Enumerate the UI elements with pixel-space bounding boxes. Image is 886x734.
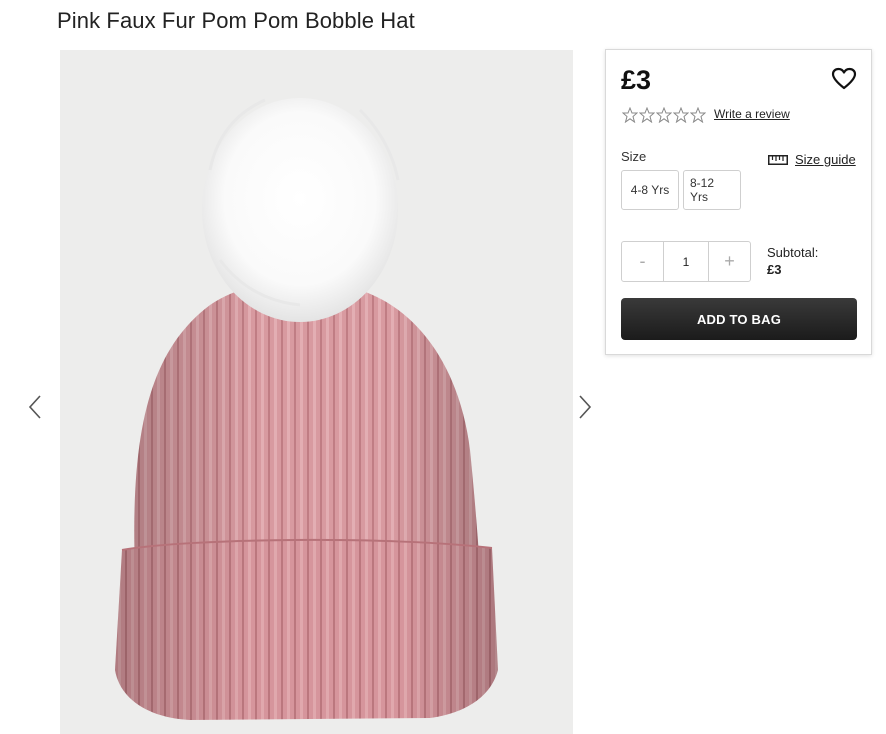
star-empty-icon	[673, 107, 689, 123]
heart-icon	[831, 67, 857, 90]
size-guide-link[interactable]: Size guide	[768, 152, 856, 167]
next-image-button[interactable]	[576, 392, 594, 422]
previous-image-button[interactable]	[26, 392, 44, 422]
product-image[interactable]	[60, 50, 573, 734]
size-option-4-8-yrs[interactable]: 4-8 Yrs	[621, 170, 679, 210]
write-review-link[interactable]: Write a review	[714, 107, 790, 121]
quantity-input[interactable]	[663, 242, 709, 281]
hat-illustration	[60, 50, 573, 734]
size-guide-label: Size guide	[795, 152, 856, 167]
quantity-stepper: - +	[621, 241, 751, 282]
size-option-8-12-yrs[interactable]: 8-12 Yrs	[683, 170, 741, 210]
subtotal: Subtotal: £3	[767, 244, 818, 278]
add-to-bag-button[interactable]: ADD TO BAG	[621, 298, 857, 340]
ruler-icon	[768, 154, 788, 165]
rating-stars	[622, 107, 706, 123]
wishlist-button[interactable]	[831, 67, 857, 91]
subtotal-label: Subtotal:	[767, 245, 819, 260]
quantity-increase-button[interactable]: +	[709, 242, 750, 281]
star-empty-icon	[690, 107, 706, 123]
size-options: 4-8 Yrs 8-12 Yrs	[621, 170, 741, 210]
size-label: Size	[621, 149, 647, 164]
star-empty-icon	[622, 107, 638, 123]
product-page: Pink Faux Fur Pom Pom Bobble Hat £3 Writ…	[0, 0, 886, 734]
price: £3	[621, 65, 652, 95]
quantity-decrease-button[interactable]: -	[622, 242, 663, 281]
star-empty-icon	[639, 107, 655, 123]
chevron-left-icon	[28, 395, 41, 419]
star-empty-icon	[656, 107, 672, 123]
buy-box: £3 Write a review Size Size guide 4-8 Yr…	[605, 49, 872, 355]
chevron-right-icon	[579, 395, 592, 419]
subtotal-value: £3	[767, 262, 782, 277]
product-title: Pink Faux Fur Pom Pom Bobble Hat	[57, 8, 415, 33]
